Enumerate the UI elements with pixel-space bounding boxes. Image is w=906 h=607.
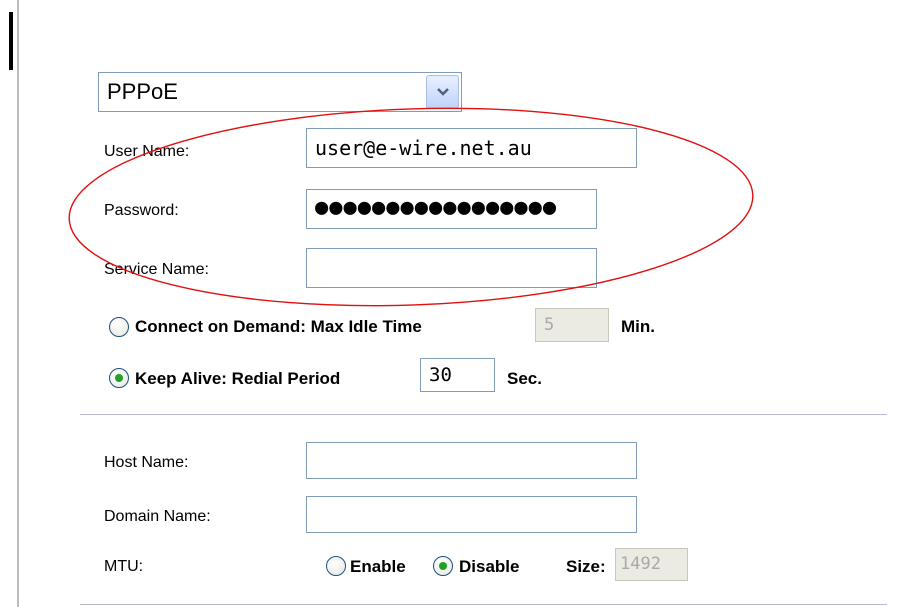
user-name-label: User Name: [104, 143, 190, 160]
host-name-input[interactable] [306, 442, 637, 479]
keep-alive-label: Keep Alive: Redial Period [135, 369, 341, 388]
connect-on-demand-label: Connect on Demand: Max Idle Time [135, 317, 422, 336]
mtu-enable-label: Enable [350, 557, 406, 576]
redial-period-unit: Sec. [507, 369, 542, 388]
redial-period-input[interactable]: 30 [420, 358, 495, 392]
host-name-label: Host Name: [104, 454, 189, 471]
connection-type-select[interactable]: PPPoE [98, 72, 462, 112]
connection-type-value: PPPoE [107, 79, 178, 104]
mtu-enable-radio[interactable] [326, 556, 346, 576]
service-name-label: Service Name: [104, 261, 209, 278]
connect-on-demand-radio[interactable] [109, 317, 129, 337]
password-label: Password: [104, 202, 179, 219]
service-name-input[interactable] [306, 248, 597, 288]
keep-alive-radio[interactable] [109, 368, 129, 388]
dropdown-button[interactable] [426, 75, 459, 109]
domain-name-input[interactable] [306, 496, 637, 533]
mtu-size-input[interactable]: 1492 [615, 548, 688, 581]
bottom-divider [80, 604, 887, 605]
password-input[interactable]: ●●●●●●●●●●●●●●●●● [306, 189, 597, 229]
user-name-input[interactable]: user@e-wire.net.au [306, 128, 637, 168]
mtu-disable-radio[interactable] [433, 556, 453, 576]
max-idle-unit: Min. [621, 317, 655, 336]
chevron-down-icon [437, 88, 449, 96]
domain-name-label: Domain Name: [104, 508, 211, 525]
left-edge-bar [9, 12, 13, 70]
max-idle-time-input[interactable]: 5 [535, 308, 609, 342]
mtu-size-label: Size: [566, 557, 606, 576]
mtu-label: MTU: [104, 558, 144, 575]
left-divider [17, 0, 19, 607]
mtu-disable-label: Disable [459, 557, 520, 576]
section-divider [80, 414, 887, 415]
